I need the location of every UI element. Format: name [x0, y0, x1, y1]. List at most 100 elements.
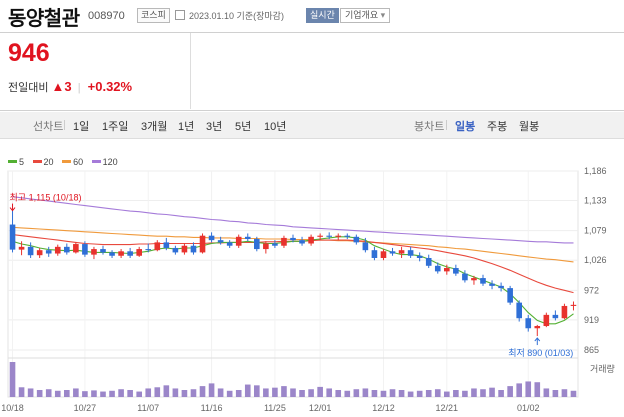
- x-tick-label: 11/16: [201, 403, 223, 413]
- volume-bar: [516, 383, 522, 397]
- y-tick-label: 1,079: [584, 226, 607, 236]
- x-tick-label: 11/25: [264, 403, 286, 413]
- low-annotation: 최저 890 (01/03): [508, 348, 573, 358]
- y-tick-label: 865: [584, 345, 599, 355]
- x-tick-label: 11/07: [137, 403, 159, 413]
- candle-body: [18, 246, 25, 250]
- volume-bar: [543, 388, 550, 397]
- candle-body: [27, 246, 34, 256]
- volume-bar: [136, 391, 142, 397]
- volume-bar: [272, 387, 278, 397]
- volume-bar: [444, 391, 450, 397]
- candle-body: [226, 242, 233, 246]
- volume-bar: [235, 390, 242, 397]
- candle-body: [54, 246, 61, 254]
- candle-body: [91, 249, 97, 255]
- volume-bar: [552, 390, 559, 397]
- volume-bar: [208, 383, 215, 397]
- candle-body: [118, 251, 124, 256]
- volume-bar: [353, 389, 360, 397]
- candle-body: [444, 268, 450, 272]
- x-tick-label: 10/18: [1, 403, 24, 413]
- volume-bar: [181, 390, 188, 397]
- candle-body: [290, 237, 296, 241]
- candle-body: [263, 243, 269, 250]
- volume-bar: [425, 390, 432, 397]
- volume-bar: [91, 390, 97, 397]
- x-tick-label: 12/21: [436, 403, 459, 413]
- candle-body: [453, 268, 459, 274]
- candle-body: [244, 236, 251, 240]
- candle-body: [407, 250, 414, 256]
- volume-bar: [525, 381, 532, 397]
- candle-body: [398, 250, 405, 254]
- volume-bar: [199, 386, 206, 397]
- candle-body: [380, 251, 387, 258]
- volume-bar: [570, 390, 577, 397]
- volume-bar: [54, 390, 61, 397]
- volume-bar: [263, 388, 269, 397]
- candle-body: [45, 250, 52, 254]
- price-chart: 1,186 1,133 1,079 1,026 972 919 865 10/18 10/27 1…: [1, 166, 615, 413]
- candle-body: [462, 273, 468, 281]
- candle-body: [552, 314, 559, 319]
- candle-body: [425, 257, 432, 266]
- volume-bar: [145, 388, 152, 397]
- x-tick-label: 12/12: [372, 403, 395, 413]
- volume-bar: [471, 388, 477, 397]
- volume-bar: [371, 390, 378, 397]
- candle-body: [570, 304, 577, 306]
- candle-body: [181, 245, 188, 253]
- candle-body: [299, 240, 305, 244]
- volume-bar: [398, 390, 405, 397]
- candle-body: [64, 246, 70, 253]
- candle-body: [353, 236, 360, 243]
- volume-bar: [281, 386, 287, 397]
- volume-bar: [480, 389, 486, 397]
- volume-bar: [109, 390, 115, 397]
- candle-body: [498, 285, 504, 289]
- candle-body: [308, 236, 314, 244]
- candle-body: [416, 255, 423, 258]
- candle-body: [145, 249, 152, 251]
- volume-bar: [407, 391, 414, 397]
- candle-body: [73, 244, 79, 253]
- candle-body: [434, 265, 441, 272]
- volume-bar: [226, 390, 233, 397]
- candle-body: [389, 251, 396, 254]
- y-tick-label: 919: [584, 315, 599, 325]
- candle-body: [136, 249, 142, 256]
- volume-bar: [453, 390, 459, 397]
- candle-body: [217, 240, 224, 243]
- volume-bar: [534, 382, 541, 397]
- x-tick-label: 10/27: [74, 403, 97, 413]
- volume-bar: [27, 388, 34, 397]
- candle-body: [335, 235, 342, 237]
- volume-bar: [154, 387, 161, 397]
- candle-body: [344, 235, 351, 237]
- volume-bar: [82, 391, 88, 397]
- candle-body: [561, 305, 568, 319]
- volume-bar: [118, 389, 124, 397]
- volume-label: 거래량: [590, 363, 615, 374]
- volume-bar: [434, 389, 441, 397]
- candle-body: [362, 242, 369, 251]
- candle-body: [489, 283, 495, 286]
- volume-bar: [498, 390, 504, 397]
- candle-body: [199, 235, 206, 253]
- candle-body: [471, 278, 477, 281]
- candle-body: [254, 239, 260, 250]
- volume-bar: [190, 389, 197, 397]
- volume-bar: [290, 388, 296, 397]
- volume-bar: [344, 390, 351, 397]
- volume-bar: [73, 388, 79, 397]
- volume-bar: [36, 390, 43, 397]
- volume-bar: [254, 385, 260, 397]
- volume-bar: [416, 390, 423, 397]
- volume-bar: [507, 386, 513, 397]
- candle-body: [208, 235, 215, 241]
- y-tick-label: 972: [584, 285, 599, 295]
- volume-bar: [9, 362, 16, 397]
- candle-body: [326, 235, 332, 237]
- volume-bar: [380, 390, 387, 397]
